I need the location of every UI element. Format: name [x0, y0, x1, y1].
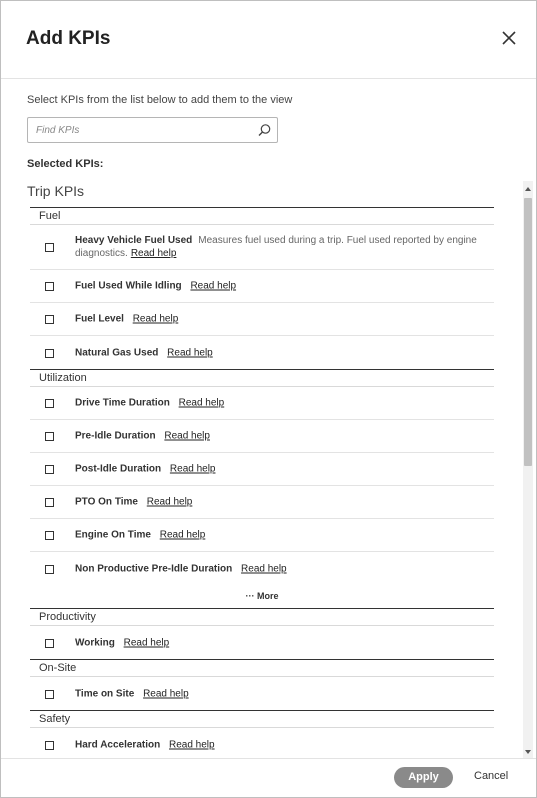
kpi-name: Post-Idle Duration	[75, 463, 162, 475]
add-kpis-dialog: Add KPIs Select KPIs from the list below…	[0, 0, 537, 798]
read-help-link[interactable]: Read help	[179, 398, 225, 409]
read-help-link[interactable]: Read help	[164, 431, 210, 442]
read-help-link[interactable]: Read help	[241, 563, 287, 574]
scrollbar-thumb[interactable]	[524, 198, 532, 466]
dialog-title: Add KPIs	[26, 28, 111, 49]
kpi-row[interactable]: Pre-Idle Duration Read help	[30, 420, 494, 453]
kpi-name: PTO On Time	[75, 496, 138, 508]
kpi-list-content: Trip KPIs Fuel Heavy Vehicle Fuel Used Me…	[27, 181, 494, 758]
kpi-text: Non Productive Pre-Idle Duration Read he…	[75, 562, 485, 575]
kpi-text: Post-Idle Duration Read help	[75, 463, 485, 476]
kpi-checkbox[interactable]	[45, 243, 54, 252]
kpi-checkbox[interactable]	[45, 465, 54, 474]
kpi-row[interactable]: Time on Site Read help	[30, 677, 494, 710]
kpi-row[interactable]: Post-Idle Duration Read help	[30, 453, 494, 486]
kpi-text: Working Read help	[75, 636, 485, 649]
section-header-productivity: Productivity	[30, 608, 494, 626]
kpi-text: Pre-Idle Duration Read help	[75, 430, 485, 443]
dialog-header: Add KPIs	[1, 1, 536, 79]
kpi-name: Heavy Vehicle Fuel Used	[75, 235, 193, 246]
kpi-text: Natural Gas Used Read help	[75, 346, 485, 359]
kpi-name: Fuel Level	[75, 313, 124, 325]
kpi-name: Fuel Used While Idling	[75, 280, 182, 292]
read-help-link[interactable]: Read help	[190, 281, 236, 292]
read-help-link[interactable]: Read help	[169, 739, 215, 750]
dialog-footer: Apply Cancel	[1, 758, 536, 797]
kpi-name: Engine On Time	[75, 529, 151, 541]
kpi-name: Natural Gas Used	[75, 347, 159, 358]
kpi-checkbox[interactable]	[45, 399, 54, 408]
search-input[interactable]	[28, 118, 250, 142]
kpi-row[interactable]: Working Read help	[30, 626, 494, 659]
kpi-checkbox[interactable]	[45, 282, 54, 291]
close-icon[interactable]	[500, 29, 518, 47]
kpi-checkbox[interactable]	[45, 638, 54, 648]
instructions-text: Select KPIs from the list below to add t…	[27, 94, 293, 106]
search-icon[interactable]	[257, 123, 272, 138]
kpi-row[interactable]: Drive Time Duration Read help	[30, 387, 494, 420]
apply-button[interactable]: Apply	[394, 767, 453, 788]
kpi-row[interactable]: Fuel Used While Idling Read help	[30, 270, 494, 303]
kpi-text: Fuel Used While Idling Read help	[75, 280, 485, 293]
kpi-name: Non Productive Pre-Idle Duration	[75, 563, 233, 574]
read-help-link[interactable]: Read help	[167, 347, 213, 358]
kpi-checkbox[interactable]	[45, 432, 54, 441]
kpi-text: Hard Acceleration Read help	[75, 738, 485, 751]
kpi-text: Drive Time Duration Read help	[75, 397, 485, 410]
kpi-checkbox[interactable]	[45, 740, 54, 750]
read-help-link[interactable]: Read help	[133, 314, 179, 325]
kpi-row[interactable]: Engine On Time Read help	[30, 519, 494, 552]
search-box	[27, 117, 278, 143]
kpi-checkbox[interactable]	[45, 315, 54, 324]
kpi-text: Fuel Level Read help	[75, 313, 485, 326]
read-help-link[interactable]: Read help	[143, 688, 189, 699]
section-header-utilization: Utilization	[30, 369, 494, 387]
selected-kpis-label: Selected KPIs:	[27, 158, 104, 170]
read-help-link[interactable]: Read help	[160, 530, 206, 541]
kpi-row[interactable]: Hard Acceleration Read help	[30, 728, 494, 758]
scrollbar[interactable]	[523, 181, 533, 758]
kpi-text: PTO On Time Read help	[75, 496, 485, 509]
kpi-list[interactable]: Trip KPIs Fuel Heavy Vehicle Fuel Used Me…	[27, 181, 533, 758]
read-help-link[interactable]: Read help	[170, 464, 216, 475]
kpi-name: Pre-Idle Duration	[75, 430, 156, 442]
kpi-checkbox[interactable]	[45, 564, 54, 574]
kpi-text: Heavy Vehicle Fuel Used Measures fuel use…	[75, 234, 485, 260]
kpi-name: Hard Acceleration	[75, 739, 161, 750]
kpi-row[interactable]: Heavy Vehicle Fuel Used Measures fuel use…	[30, 225, 494, 270]
read-help-link[interactable]: Read help	[124, 637, 170, 648]
kpi-row[interactable]: Fuel Level Read help	[30, 303, 494, 336]
scroll-down-arrow-icon[interactable]	[525, 750, 531, 754]
group-title: Trip KPIs	[27, 183, 85, 199]
kpi-name: Drive Time Duration	[75, 397, 170, 409]
kpi-name: Time on Site	[75, 688, 135, 699]
kpi-checkbox[interactable]	[45, 531, 54, 540]
section-header-fuel: Fuel	[30, 207, 494, 225]
kpi-text: Time on Site Read help	[75, 687, 485, 700]
more-button[interactable]: ··· More	[30, 585, 494, 608]
kpi-checkbox[interactable]	[45, 689, 54, 699]
read-help-link[interactable]: Read help	[147, 497, 193, 508]
section-header-safety: Safety	[30, 710, 494, 728]
kpi-text: Engine On Time Read help	[75, 529, 485, 542]
section-header-onsite: On-Site	[30, 659, 494, 677]
read-help-link[interactable]: Read help	[131, 248, 177, 259]
kpi-name: Working	[75, 637, 115, 648]
kpi-checkbox[interactable]	[45, 348, 54, 358]
kpi-row[interactable]: Non Productive Pre-Idle Duration Read he…	[30, 552, 494, 585]
kpi-checkbox[interactable]	[45, 498, 54, 507]
scroll-up-arrow-icon[interactable]	[525, 187, 531, 191]
cancel-button[interactable]: Cancel	[474, 770, 508, 782]
kpi-row[interactable]: PTO On Time Read help	[30, 486, 494, 519]
kpi-row[interactable]: Natural Gas Used Read help	[30, 336, 494, 369]
